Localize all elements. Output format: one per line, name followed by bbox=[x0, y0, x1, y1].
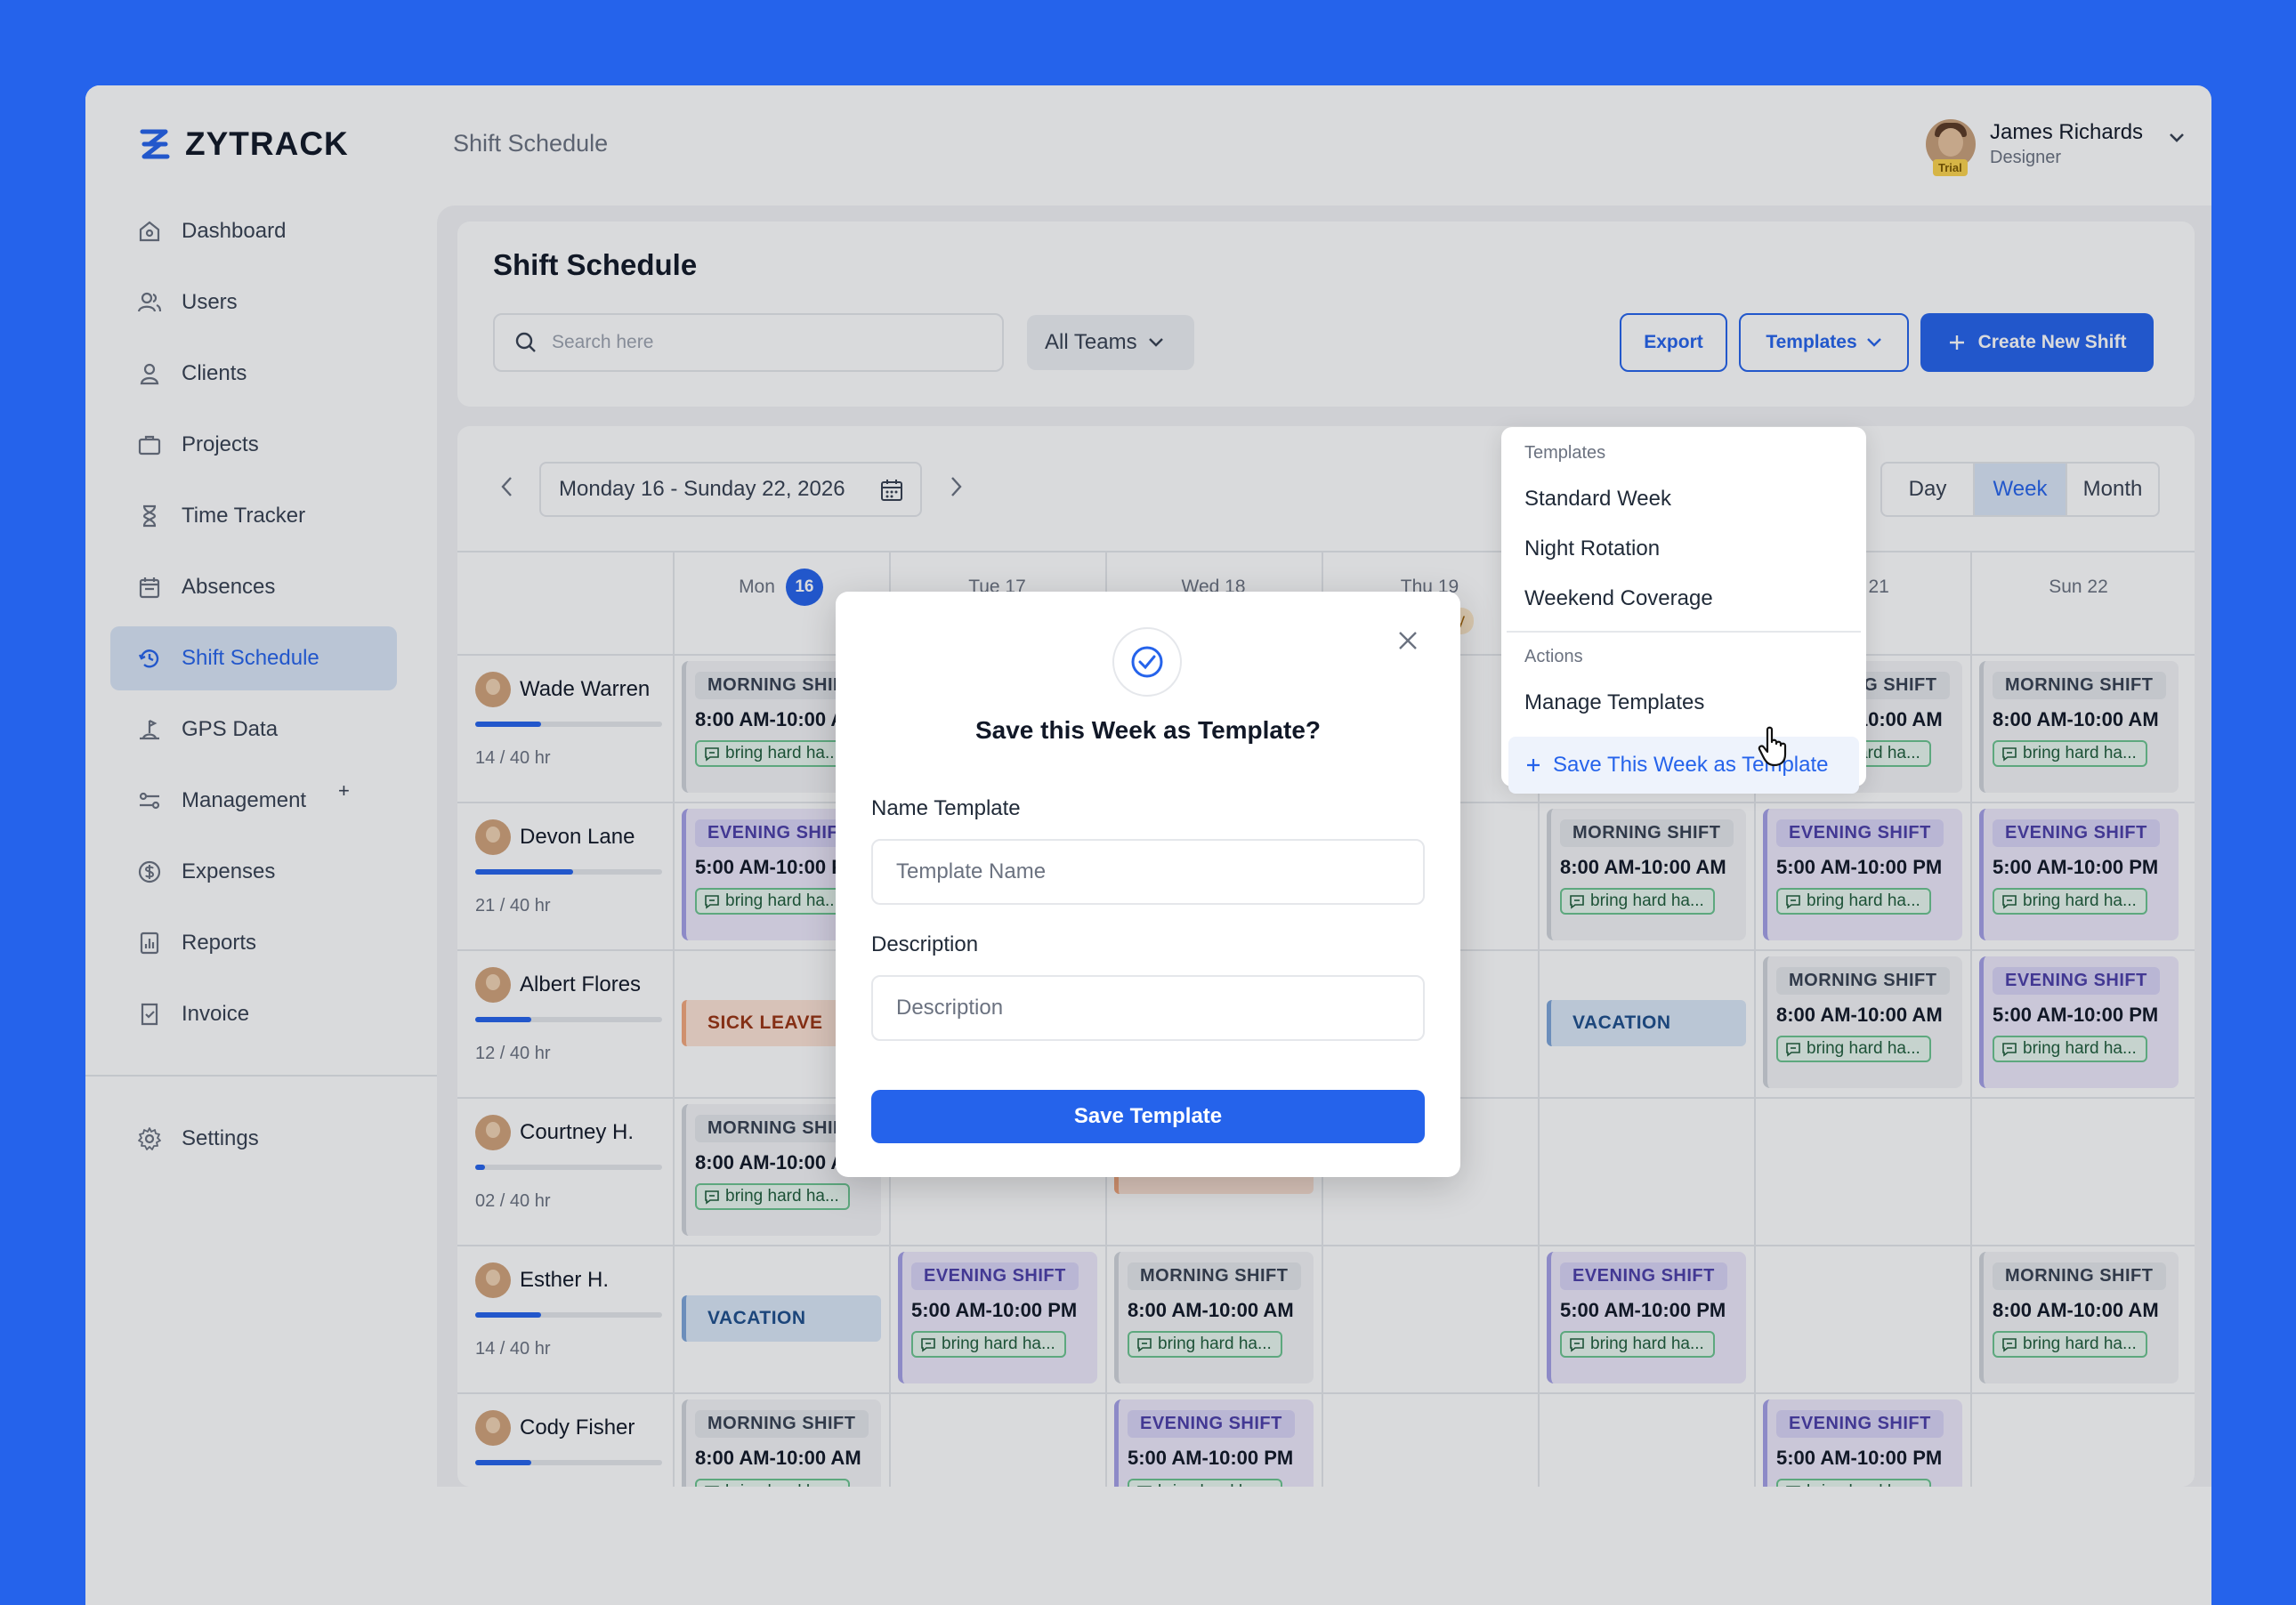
check-circle-icon bbox=[1112, 627, 1182, 697]
template-item[interactable]: Standard Week bbox=[1501, 474, 1866, 524]
template-item[interactable]: Weekend Coverage bbox=[1501, 574, 1866, 624]
name-template-label: Name Template bbox=[871, 796, 1021, 820]
description-label: Description bbox=[871, 932, 979, 956]
dropdown-group-label: Templates bbox=[1524, 443, 1606, 463]
template-item[interactable]: Night Rotation bbox=[1501, 524, 1866, 574]
hand-cursor-icon bbox=[1758, 726, 1787, 767]
description-placeholder: Description bbox=[896, 996, 1004, 1020]
description-field[interactable]: Description bbox=[871, 975, 1425, 1041]
modal-title: Save this Week as Template? bbox=[974, 716, 1322, 744]
close-icon[interactable] bbox=[1396, 629, 1419, 652]
dropdown-divider bbox=[1507, 631, 1861, 633]
plus-icon bbox=[1527, 759, 1540, 771]
save-template-modal: Save this Week as Template? Name Templat… bbox=[836, 592, 1460, 1177]
manage-templates-item[interactable]: Manage Templates bbox=[1501, 678, 1866, 728]
template-name-field[interactable]: Template Name bbox=[871, 839, 1425, 905]
templates-dropdown: Templates Standard Week Night Rotation W… bbox=[1501, 427, 1866, 794]
save-week-as-template-item[interactable]: Save This Week as Template bbox=[1508, 737, 1859, 794]
dropdown-group-label: Actions bbox=[1524, 647, 1583, 666]
save-template-button[interactable]: Save Template bbox=[871, 1090, 1425, 1143]
template-name-placeholder: Template Name bbox=[896, 859, 1047, 883]
